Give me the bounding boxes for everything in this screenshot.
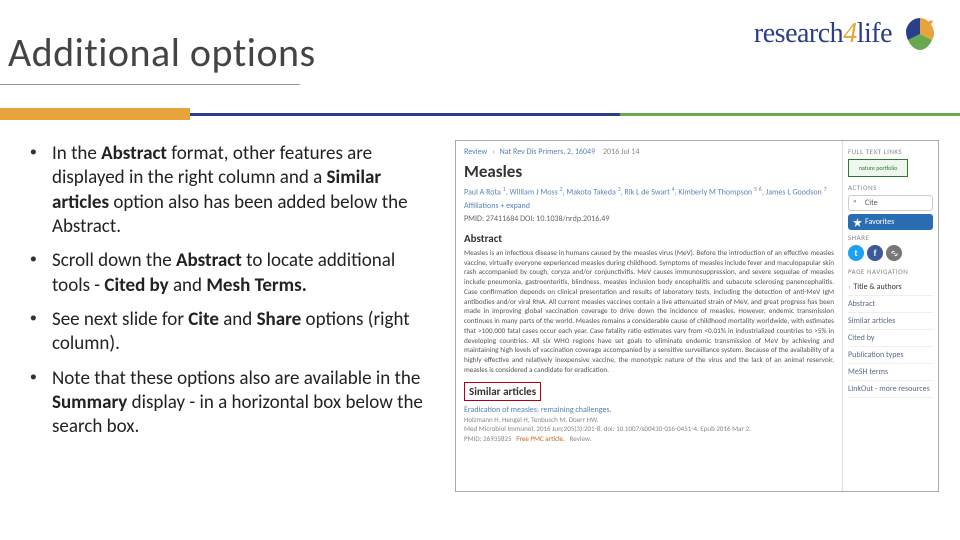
bullet-item: Note that these options also are availab… [30,367,430,440]
article-title: Measles [464,161,834,182]
similar-article-pmid: PMID: 26935825 Free PMC article. Review. [464,434,834,443]
crumb-date: 2016 Jul 14 [603,147,640,157]
bullet-item: In the Abstract format, other features a… [30,142,430,239]
favorites-label: Favorites [865,217,894,227]
share-heading: SHARE [848,233,933,242]
pubmed-screenshot: Review › Nat Rev Dis Primers. 2, 16049 2… [455,140,939,492]
full-text-badge[interactable]: nature portfolio [848,159,908,177]
nav-cited-by[interactable]: Cited by [848,330,933,347]
breadcrumb: Review › Nat Rev Dis Primers. 2, 16049 2… [464,147,834,157]
bullet-item: Scroll down the Abstract to locate addit… [30,249,430,298]
nav-pub-types[interactable]: Publication types [848,347,933,364]
bullet-item: See next slide for Cite and Share option… [30,308,430,357]
research4life-logo: research4life [754,12,942,56]
quote-icon: “ [853,199,862,208]
cite-label: Cite [865,198,878,208]
page-navigation-heading: PAGE NAVIGATION [848,267,933,276]
crumb-journal: Nat Rev Dis Primers. 2, 16049 [500,147,596,157]
logo-part2: 4 [843,18,857,49]
abstract-body: Measles is an infectious disease in huma… [464,248,834,374]
svg-text:“: “ [853,199,856,208]
permalink-icon[interactable] [886,245,902,261]
chevron-left-icon: ‹ [848,282,850,291]
crumb-review: Review [464,147,487,157]
sim-type: Review. [570,434,592,443]
favorites-button[interactable]: Favorites [848,214,933,230]
logo-part3: life [857,18,892,49]
nav-label: Title & authors [853,282,901,292]
twitter-icon[interactable]: t [848,245,864,261]
pubmed-sidebar: FULL TEXT LINKS nature portfolio ACTIONS… [842,141,938,491]
actions-heading: ACTIONS [848,183,933,192]
nav-similar[interactable]: Similar articles [848,313,933,330]
facebook-icon[interactable]: f [867,245,883,261]
abstract-heading: Abstract [464,232,834,245]
affiliations-expand[interactable]: Affiliations + expand [464,201,834,211]
accent-bar-green [620,113,960,116]
share-row: t f [848,245,933,261]
page-title: Additional options [8,28,316,77]
similar-article-title[interactable]: Eradication of measles: remaining challe… [464,405,834,415]
accent-bar-blue [190,113,620,116]
article-ids: PMID: 27411684 DOI: 10.1038/nrdp.2016.49 [464,214,834,224]
nav-abstract[interactable]: Abstract [848,296,933,313]
nav-linkout[interactable]: LinkOut - more resources [848,381,933,398]
accent-bar-orange [0,108,190,120]
sim-pmid: PMID: 26935825 [464,434,512,443]
title-underline [0,84,300,85]
similar-article-meta: Med Microbiol Immunol. 2016 Jun;205(3):2… [464,424,834,433]
full-text-links-heading: FULL TEXT LINKS [848,147,933,156]
star-icon [853,218,862,227]
author-list: Paul A Rota 1, William J Moss 2, Makoto … [464,186,834,198]
pubmed-main: Review › Nat Rev Dis Primers. 2, 16049 2… [456,141,842,491]
logo-icon [898,12,942,56]
logo-text: research4life [754,18,892,50]
logo-part1: research [754,18,843,49]
chevron-right-icon: › [492,147,495,157]
nav-title-authors[interactable]: ‹Title & authors [848,279,933,296]
cite-button[interactable]: “ Cite [848,195,933,211]
similar-article-authors: Holzmann H, Hengel H, Tenbusch M, Doerr … [464,415,834,424]
nav-mesh[interactable]: MeSH terms [848,364,933,381]
bullet-list: In the Abstract format, other features a… [30,142,430,449]
sim-free: Free PMC article. [516,434,565,443]
similar-articles-heading: Similar articles [464,382,541,401]
